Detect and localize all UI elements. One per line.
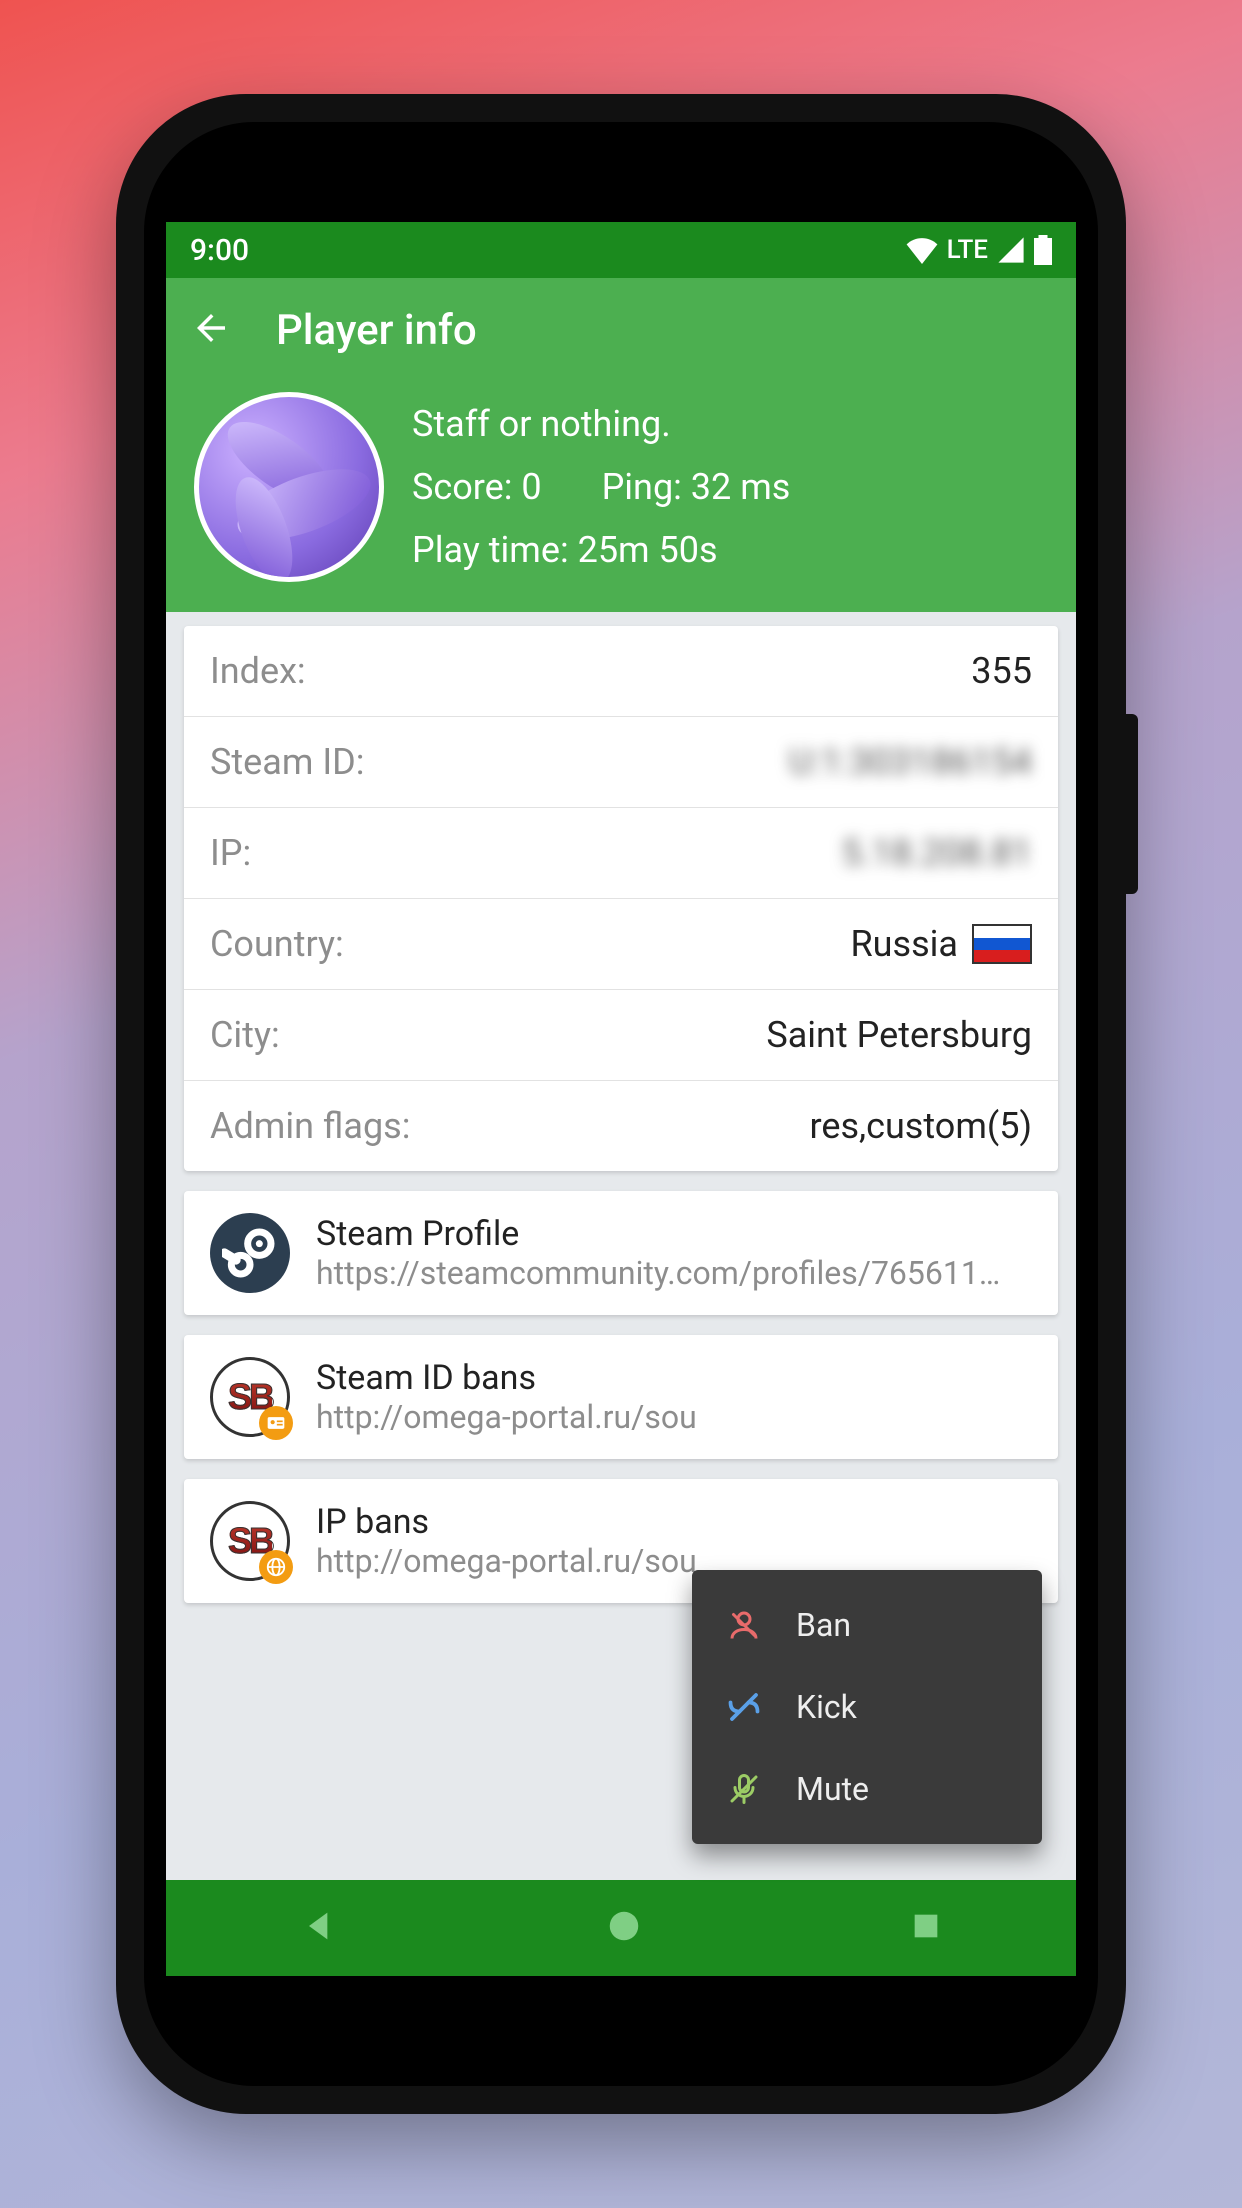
app-bar: Player info — [166, 278, 1076, 382]
detail-row: Index: 355 — [184, 626, 1058, 717]
triangle-back-icon — [299, 1906, 339, 1946]
link-url: http://omega-portal.ru/sou — [316, 1398, 1032, 1436]
square-recents-icon — [909, 1909, 943, 1943]
status-network: LTE — [947, 235, 988, 265]
detail-value: Saint Petersburg — [766, 1014, 1032, 1056]
battery-icon — [1034, 235, 1052, 265]
cellular-icon — [996, 236, 1026, 264]
player-playtime: Play time: 25m 50s — [412, 529, 790, 571]
page-title: Player info — [276, 306, 477, 355]
wifi-icon — [905, 236, 939, 264]
player-name: Staff or nothing. — [412, 403, 790, 445]
detail-row: City: Saint Petersburg — [184, 990, 1058, 1081]
sourcebans-icon: SB — [210, 1501, 290, 1581]
mute-icon — [726, 1771, 762, 1807]
ban-icon — [726, 1607, 762, 1643]
steam-profile-link[interactable]: Steam Profile https://steamcommunity.com… — [184, 1191, 1058, 1315]
details-card: Index: 355 Steam ID: U:1:303186154 IP: 5.18.2… — [184, 626, 1058, 1171]
detail-value: 355 — [971, 650, 1032, 692]
nav-back[interactable] — [299, 1906, 339, 1950]
globe-badge-icon — [259, 1550, 293, 1584]
arrow-back-icon — [190, 307, 232, 349]
player-summary: Staff or nothing. Score: 0 Ping: 32 ms P… — [412, 392, 790, 582]
detail-row: Steam ID: U:1:303186154 — [184, 717, 1058, 808]
screen: 9:00 LTE Player info — [166, 222, 1076, 1976]
detail-value: U:1:303186154 — [789, 741, 1032, 783]
menu-kick[interactable]: Kick — [692, 1666, 1042, 1748]
player-header: Staff or nothing. Score: 0 Ping: 32 ms P… — [166, 382, 1076, 612]
link-title: Steam ID bans — [316, 1358, 1032, 1398]
detail-value: res,custom(5) — [809, 1105, 1032, 1147]
flag-russia-icon — [972, 924, 1032, 964]
link-url: https://steamcommunity.com/profiles/7656… — [316, 1254, 1032, 1292]
steam-icon — [210, 1213, 290, 1293]
menu-label: Mute — [796, 1770, 869, 1808]
id-badge-icon — [259, 1406, 293, 1440]
menu-mute[interactable]: Mute — [692, 1748, 1042, 1830]
detail-label: Steam ID: — [210, 741, 364, 783]
menu-ban[interactable]: Ban — [692, 1584, 1042, 1666]
detail-row: Admin flags: res,custom(5) — [184, 1081, 1058, 1171]
nav-home[interactable] — [605, 1907, 643, 1949]
back-button[interactable] — [190, 307, 232, 353]
phone-frame: 9:00 LTE Player info — [116, 94, 1126, 2114]
detail-label: City: — [210, 1014, 280, 1056]
player-ping: Ping: 32 ms — [602, 466, 791, 508]
status-bar: 9:00 LTE — [166, 222, 1076, 278]
detail-value: Russia — [850, 923, 1032, 965]
detail-row: IP: 5.18.208.81 — [184, 808, 1058, 899]
steam-bans-link[interactable]: SB Steam ID bans http://omega-portal.ru/… — [184, 1335, 1058, 1459]
android-nav-bar — [166, 1880, 1076, 1976]
menu-label: Kick — [796, 1688, 857, 1726]
detail-value: 5.18.208.81 — [842, 832, 1032, 874]
link-title: Steam Profile — [316, 1214, 1032, 1254]
detail-row: Country: Russia — [184, 899, 1058, 990]
detail-label: Index: — [210, 650, 306, 692]
avatar[interactable] — [194, 392, 384, 582]
circle-home-icon — [605, 1907, 643, 1945]
kick-icon — [726, 1689, 762, 1725]
link-title: IP bans — [316, 1502, 1032, 1542]
nav-recents[interactable] — [909, 1909, 943, 1947]
detail-label: IP: — [210, 832, 251, 874]
status-time: 9:00 — [190, 233, 249, 268]
action-menu: Ban Kick Mute — [692, 1570, 1042, 1844]
menu-label: Ban — [796, 1606, 851, 1644]
status-icons: LTE — [905, 235, 1052, 265]
detail-label: Country: — [210, 923, 344, 965]
sourcebans-icon: SB — [210, 1357, 290, 1437]
detail-label: Admin flags: — [210, 1105, 410, 1147]
player-score: Score: 0 — [412, 466, 542, 508]
bezel: 9:00 LTE Player info — [144, 122, 1098, 2086]
